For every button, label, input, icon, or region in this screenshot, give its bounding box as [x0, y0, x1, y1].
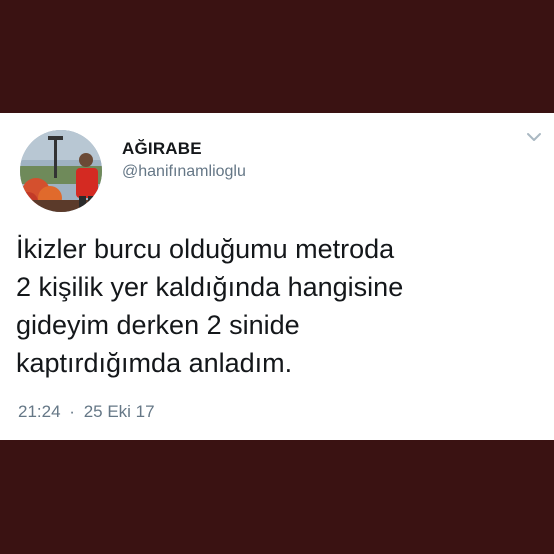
display-name[interactable]: AĞIRABE: [122, 139, 202, 159]
avatar-image: [20, 130, 102, 212]
tweet-text: İkizler burcu olduğumu metroda 2 kişilik…: [16, 230, 536, 382]
tweet-timestamp[interactable]: 21:24 · 25 Eki 17: [18, 402, 155, 422]
image-frame: AĞIRABE @hanifınamlioglu İkizler burcu o…: [0, 0, 554, 554]
user-handle[interactable]: @hanifınamlioglu: [122, 163, 246, 181]
tweet-text-line: gideyim derken 2 sinide: [16, 310, 300, 340]
tweet-time: 21:24: [18, 402, 61, 421]
avatar[interactable]: [20, 130, 102, 212]
tweet-date: 25 Eki 17: [83, 402, 155, 421]
tweet-text-line: İkizler burcu olduğumu metroda: [16, 234, 395, 264]
meta-separator: ·: [69, 402, 75, 421]
chevron-down-icon[interactable]: [526, 131, 542, 143]
tweet-text-line: kaptırdığımda anladım.: [16, 348, 293, 378]
tweet-card: AĞIRABE @hanifınamlioglu İkizler burcu o…: [0, 113, 554, 440]
tweet-text-line: 2 kişilik yer kaldığında hangisine: [16, 272, 404, 302]
